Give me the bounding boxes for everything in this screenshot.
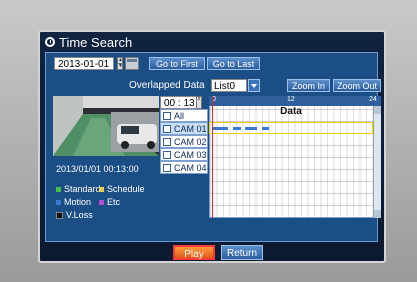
overlapped-data-label: Overlapped Data (129, 80, 205, 91)
record-segment[interactable] (233, 127, 241, 130)
preview-timestamp: 2013/01/01 00:13:00 (56, 164, 139, 174)
return-button[interactable]: Return (221, 245, 263, 260)
schedule-swatch-icon (99, 186, 104, 192)
scroll-up-icon[interactable] (374, 106, 381, 114)
data-column-header: Data (280, 106, 302, 117)
legend-vloss: V.Loss (56, 210, 93, 220)
record-segment[interactable] (245, 127, 257, 130)
checkbox[interactable] (163, 111, 171, 120)
calendar-icon[interactable] (125, 57, 139, 70)
cam-row-cam02[interactable]: CAM 02 (160, 135, 208, 148)
standard-swatch-icon (56, 186, 61, 192)
go-to-last-button[interactable]: Go to Last (207, 57, 260, 70)
etc-swatch-icon (99, 199, 104, 205)
date-field[interactable]: 2013-01-01 (54, 57, 114, 70)
dialog-title: Time Search (45, 33, 132, 51)
title-text: Time Search (59, 34, 133, 50)
ruler-tick-24: 24 (369, 96, 377, 103)
ruler-tick-12: 12 (287, 96, 295, 103)
clock-icon (45, 37, 55, 47)
chevron-down-icon[interactable] (248, 79, 260, 92)
overlapped-data-select[interactable]: List0 (211, 79, 247, 92)
timeline-ruler: 0 12 24 (209, 96, 381, 106)
checkbox[interactable] (163, 150, 171, 159)
record-segment[interactable] (212, 127, 228, 130)
cam-row-cam04[interactable]: CAM 04 (160, 161, 208, 174)
cam-row-cam03[interactable]: CAM 03 (160, 148, 208, 161)
playhead-marker[interactable] (212, 96, 213, 218)
checkbox[interactable] (163, 137, 171, 146)
scroll-down-icon[interactable] (374, 210, 381, 218)
camera-preview (53, 96, 159, 156)
parking-garage-image (53, 96, 159, 156)
play-button[interactable]: Play (173, 245, 215, 260)
timeline-scrollbar[interactable] (373, 106, 381, 218)
legend-motion: Motion (56, 197, 91, 207)
motion-swatch-icon (56, 199, 61, 205)
go-to-first-button[interactable]: Go to First (149, 57, 205, 70)
date-spin-down-icon[interactable]: ▼ (117, 63, 123, 70)
zoom-out-button[interactable]: Zoom Out (333, 79, 381, 92)
vloss-swatch-icon (56, 211, 63, 219)
cam-row-cam01[interactable]: CAM 01 (160, 122, 208, 135)
record-segment[interactable] (262, 127, 269, 130)
time-spin-icon[interactable]: ⇕ (196, 96, 202, 109)
legend-schedule: Schedule (99, 184, 145, 194)
legend-etc: Etc (99, 197, 120, 207)
legend-standard: Standard (56, 184, 101, 194)
checkbox[interactable] (163, 124, 171, 133)
zoom-in-button[interactable]: Zoom In (287, 79, 330, 92)
checkbox[interactable] (163, 163, 171, 172)
cam-row-all[interactable]: All (160, 109, 208, 122)
